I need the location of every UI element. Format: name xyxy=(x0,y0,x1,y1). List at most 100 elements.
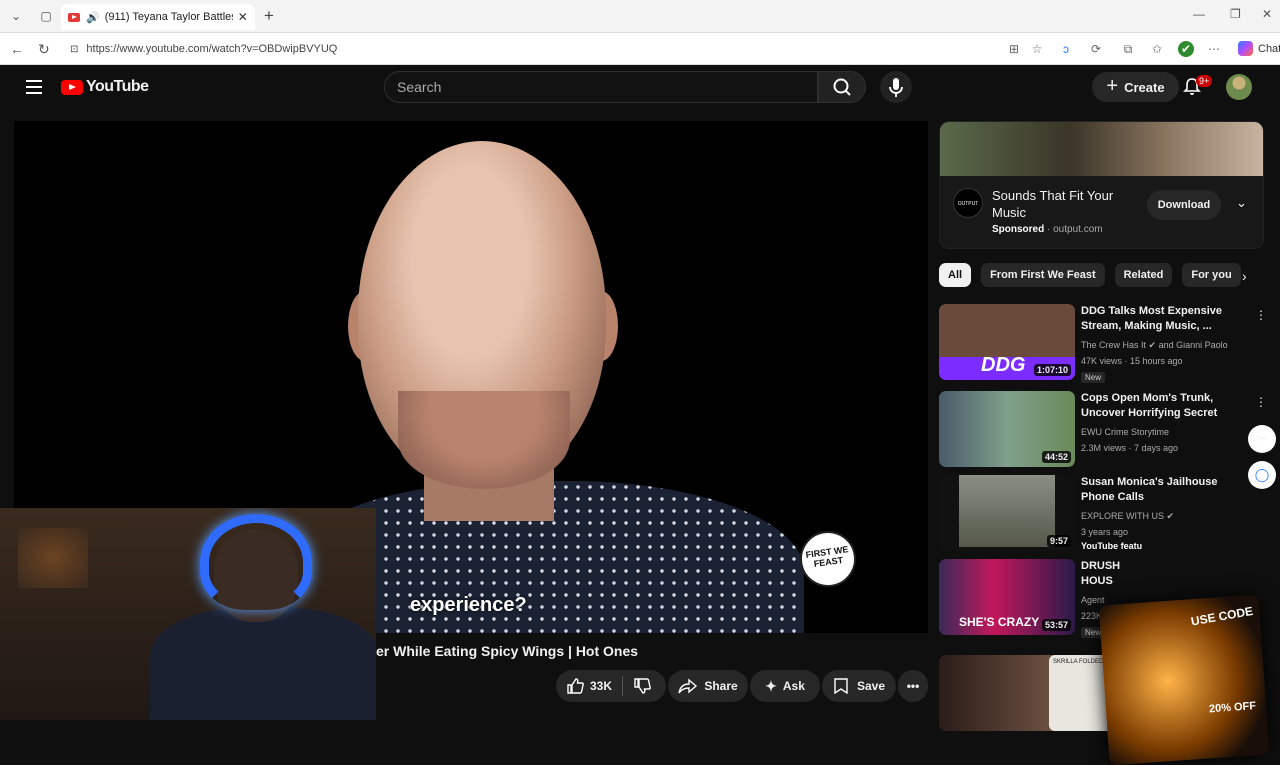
ad-thumbnail[interactable] xyxy=(940,122,1263,176)
share-button[interactable]: Share xyxy=(668,670,748,702)
profile-extension-icon[interactable]: ✔ xyxy=(1178,41,1194,57)
ad-title[interactable]: Sounds That Fit Your Music xyxy=(992,187,1132,221)
site-info-icon[interactable]: ⊡ xyxy=(70,44,78,55)
video-meta: 47K views · 15 hours ago xyxy=(1081,356,1183,366)
ad-brand-logo: OUTPUT xyxy=(953,188,983,218)
chevron-right-icon[interactable]: › xyxy=(1242,268,1247,284)
channel-extra: and Gianni Paolo xyxy=(1158,340,1228,350)
youtube-logo[interactable]: YouTube xyxy=(61,78,149,96)
video-thumbnail[interactable]: DDG 1:07:10 xyxy=(939,304,1075,380)
tab-close-icon[interactable]: ✕ xyxy=(238,10,248,24)
video-meta: 3 years ago xyxy=(1081,527,1129,537)
search-button[interactable] xyxy=(818,71,866,103)
chip-from-channel[interactable]: From First We Feast xyxy=(981,263,1105,287)
like-button[interactable]: 33K xyxy=(556,677,622,695)
webcam-background-light xyxy=(18,528,88,588)
refresh-extension-icon[interactable]: ⟳ xyxy=(1088,41,1104,57)
list-item[interactable]: 44:52 Cops Open Mom's Trunk, Uncover Hor… xyxy=(939,391,1269,473)
chevron-down-icon[interactable]: ⌄ xyxy=(1236,195,1247,211)
mic-icon xyxy=(889,78,903,97)
sponsored-ad-card[interactable]: OUTPUT Sounds That Fit Your Music Sponso… xyxy=(939,121,1264,249)
search-input[interactable]: Search xyxy=(384,71,818,103)
save-label: Save xyxy=(856,679,886,693)
channel-name[interactable]: Agent xyxy=(1081,595,1105,605)
sponsored-label: Sponsored xyxy=(992,224,1045,235)
split-screen-icon[interactable]: ⧉ xyxy=(1120,41,1136,57)
channel-line: The Crew Has It ✔ and Gianni Paolo xyxy=(1081,340,1228,350)
menu-icon[interactable] xyxy=(26,80,42,98)
channel-name[interactable]: EWU Crime Storytime xyxy=(1081,427,1169,437)
copilot-button[interactable]: Chat xyxy=(1238,41,1280,56)
notification-badge: 9+ xyxy=(1196,75,1213,87)
extension-icon[interactable]: ↄ xyxy=(1058,41,1074,57)
video-title[interactable]: DDG Talks Most Expensive Stream, Making … xyxy=(1081,304,1231,334)
share-icon xyxy=(678,678,698,694)
featured-label: YouTube featu xyxy=(1081,541,1143,551)
tab-list-icon[interactable]: ⌄ xyxy=(8,8,24,24)
dislike-button[interactable] xyxy=(623,677,661,695)
save-button[interactable]: Save xyxy=(822,670,896,702)
chip-for-you[interactable]: For you xyxy=(1182,263,1241,287)
more-options-icon[interactable]: ⋮ xyxy=(1255,308,1267,322)
chip-all[interactable]: All xyxy=(939,263,972,287)
video-thumbnail[interactable]: 9:57 xyxy=(939,475,1075,551)
chat-label: Chat xyxy=(1258,42,1280,55)
url-text: https://www.youtube.com/watch?v=OBDwipBV… xyxy=(86,43,338,55)
channel-name[interactable]: EXPLORE WITH US xyxy=(1081,511,1164,521)
promo-overlay-image: USE CODE 20% OFF xyxy=(1098,594,1270,765)
browser-tab-active[interactable]: 🔊 (911) Teyana Taylor Battles On ✕ xyxy=(61,4,255,30)
minimize-button[interactable]: — xyxy=(1193,7,1205,21)
back-icon[interactable]: ← xyxy=(10,41,24,57)
refresh-icon[interactable]: ↻ xyxy=(38,41,50,58)
chip-related[interactable]: Related xyxy=(1114,263,1173,287)
voice-search-button[interactable] xyxy=(880,71,912,103)
thumbnail-text: SKRILLA FOLDED xyxy=(1053,659,1104,665)
video-thumbnail[interactable]: 44:52 xyxy=(939,391,1075,467)
audio-playing-icon[interactable]: 🔊 xyxy=(86,11,100,24)
search-icon xyxy=(833,78,851,96)
youtube-play-icon xyxy=(61,79,83,95)
new-tab-button[interactable]: + xyxy=(264,6,274,26)
create-button[interactable]: + Create xyxy=(1092,72,1179,102)
restore-button[interactable]: ❐ xyxy=(1230,7,1241,21)
video-thumbnail[interactable]: SHE'S CRAZY 53:57 xyxy=(939,559,1075,635)
browser-menu-icon[interactable]: ⋯ xyxy=(1206,41,1222,57)
download-button[interactable]: Download xyxy=(1147,190,1221,220)
list-item[interactable]: DDG 1:07:10 DDG Talks Most Expensive Str… xyxy=(939,304,1269,386)
favorite-star-icon[interactable]: ☆ xyxy=(1029,41,1045,57)
duration-badge: 53:57 xyxy=(1041,619,1071,631)
more-actions-button[interactable]: ••• xyxy=(898,670,928,702)
browser-tab-bar: ⌄ ▢ 🔊 (911) Teyana Taylor Battles On ✕ +… xyxy=(0,0,1280,33)
channel-name[interactable]: The Crew Has It xyxy=(1081,340,1146,350)
more-options-icon[interactable]: ⋮ xyxy=(1255,395,1267,409)
workspaces-icon[interactable]: ▢ xyxy=(38,8,54,24)
scissors-icon[interactable]: ✂ xyxy=(1248,425,1276,453)
ad-domain: output.com xyxy=(1053,224,1103,235)
like-dislike-group: 33K xyxy=(556,670,666,702)
more-horizontal-icon: ••• xyxy=(906,679,920,693)
ask-button[interactable]: ✦ Ask xyxy=(750,670,820,702)
title-line-1: DRUSH xyxy=(1081,560,1121,572)
video-title[interactable]: Susan Monica's Jailhouse Phone Calls xyxy=(1081,475,1231,505)
headphones-icon xyxy=(200,514,312,610)
copilot-icon xyxy=(1238,41,1253,56)
list-item[interactable]: 9:57 Susan Monica's Jailhouse Phone Call… xyxy=(939,475,1269,557)
account-avatar[interactable] xyxy=(1226,74,1252,100)
thumbnail-image xyxy=(959,475,1055,547)
favorites-icon[interactable]: ✩ xyxy=(1149,41,1165,57)
tab-title: (911) Teyana Taylor Battles On xyxy=(104,11,233,23)
close-window-button[interactable]: ✕ xyxy=(1262,7,1272,21)
url-field[interactable]: ⊡ https://www.youtube.com/watch?v=OBDwip… xyxy=(60,37,1060,61)
share-label: Share xyxy=(704,679,738,693)
video-title[interactable]: Cops Open Mom's Trunk, Uncover Horrifyin… xyxy=(1081,391,1231,421)
video-frame-beard xyxy=(398,391,570,489)
webcam-person-body xyxy=(150,608,376,720)
like-count: 33K xyxy=(590,679,613,693)
ask-label: Ask xyxy=(782,679,805,693)
promo-code-text: USE CODE xyxy=(1190,603,1255,629)
promo-off-text: 20% OFF xyxy=(1208,700,1257,716)
video-title[interactable]: DRUSH HOUS xyxy=(1081,559,1231,589)
app-available-icon[interactable]: ⊞ xyxy=(1006,41,1022,57)
create-label: Create xyxy=(1124,79,1165,95)
chat-bubble-icon[interactable]: ◯ xyxy=(1248,461,1276,489)
